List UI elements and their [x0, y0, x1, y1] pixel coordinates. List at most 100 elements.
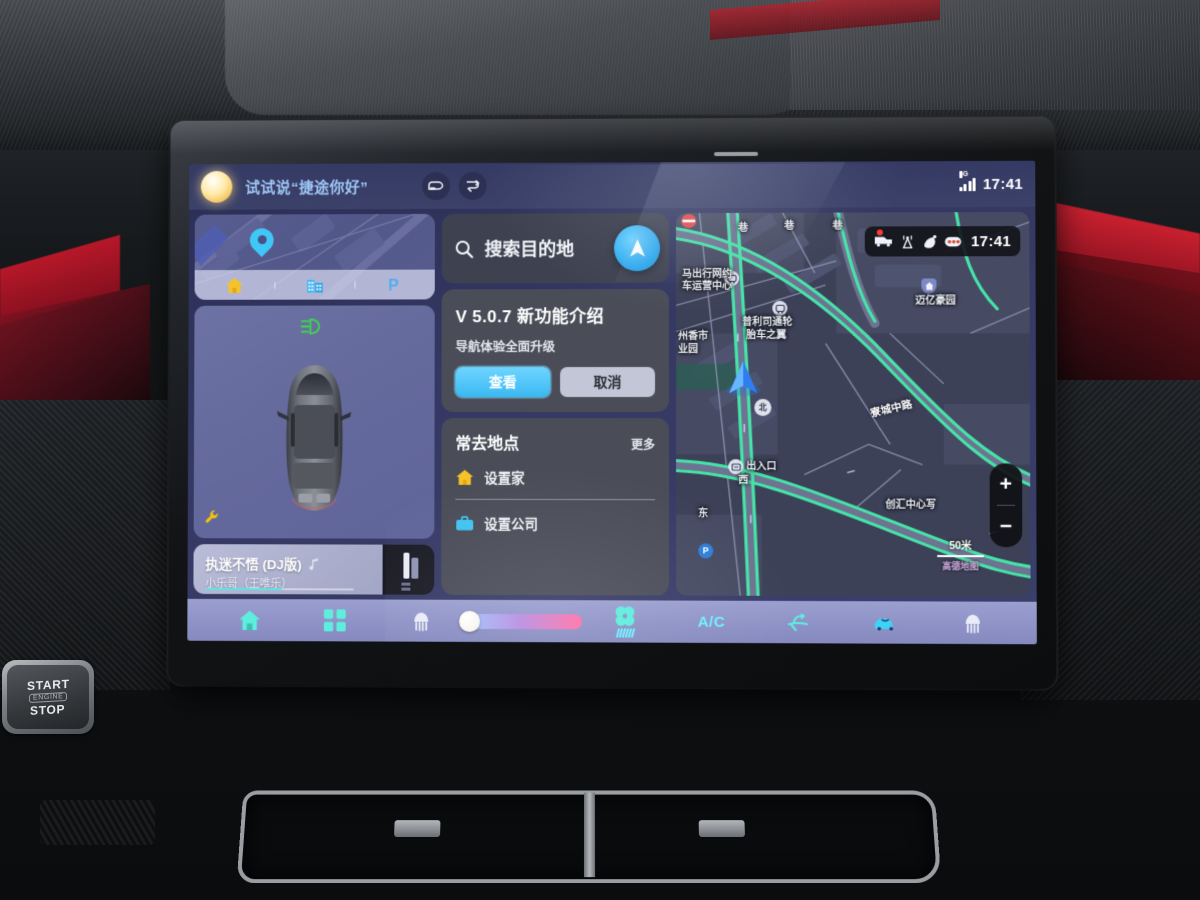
dashcam-icon[interactable] [874, 232, 893, 251]
map-poi-label: 创汇中心写 [885, 500, 936, 512]
map-shortcut-widget[interactable]: P [195, 214, 435, 300]
map-provider-logo: 高德地图 [937, 559, 984, 572]
shortcut-company[interactable] [274, 276, 354, 293]
poi-icon-entrance[interactable] [728, 459, 743, 474]
car-top-view [268, 363, 359, 512]
screenshot-root: START ENGINE STOP 试试说“捷途你好” 4G 17:41 P 执… [0, 0, 1200, 900]
music-player-widget[interactable]: 执迷不悟 (DJ版) 小乐哥（王唯乐） [193, 544, 434, 595]
navigation-panel: 搜索目的地 V 5.0.7 新功能介绍 导航体验全面升级 查看 取消 常去地点 … [441, 213, 669, 595]
favorite-home-label: 设置家 [484, 467, 524, 487]
frequent-places-title: 常去地点 [455, 430, 519, 454]
map-location-pin-icon [250, 228, 274, 252]
topbar-quick-icons [422, 172, 487, 200]
shortcut-home[interactable] [195, 276, 275, 293]
map-view[interactable]: P 马出行网约 车运营中心 州香市 业园 普利司通轮 胎车之翼 迈亿豪园 创汇中心写 出入口东 西… [676, 212, 1031, 597]
music-title-row: 执迷不悟 (DJ版) [205, 553, 382, 573]
vent-tab-right[interactable] [699, 820, 745, 837]
taskbar-air-recirculation-button[interactable] [842, 601, 929, 644]
search-input[interactable]: 搜索目的地 [485, 235, 575, 261]
favorite-company-label: 设置公司 [484, 513, 538, 533]
vent-tab-left[interactable] [394, 820, 441, 837]
voice-assistant-orb[interactable] [201, 171, 233, 203]
taskbar-temperature-slider[interactable] [464, 600, 582, 643]
album-art-graphic [383, 545, 435, 595]
map-zoom-in-button[interactable]: + [990, 463, 1023, 504]
favorite-item-home[interactable]: 设置家 [455, 467, 655, 487]
promo-view-button[interactable]: 查看 [455, 367, 550, 397]
signal-strength-icon: 4G [959, 177, 976, 191]
side-mirror-icon[interactable] [422, 172, 450, 200]
apps-grid-icon [324, 609, 346, 631]
poi-icon-parking[interactable]: P [698, 543, 713, 558]
map-poi-label: 州香市 [678, 331, 708, 343]
shortcut-parking[interactable]: P [354, 276, 434, 294]
taskbar-seat-heater-right-button[interactable] [929, 601, 1017, 644]
low-beam-headlight-icon [298, 318, 330, 334]
infotainment-screen[interactable]: 试试说“捷途你好” 4G 17:41 P 执迷不悟 (DJ版) 小乐哥（王唯乐）… [187, 161, 1037, 645]
map-shortcut-row: P [195, 270, 435, 300]
status-right-cluster: 4G 17:41 [959, 175, 1023, 192]
start-stop-engine-button[interactable]: START ENGINE STOP [2, 660, 94, 734]
seat-heater-icon [409, 610, 433, 632]
promo-cancel-button[interactable]: 取消 [560, 367, 655, 397]
search-icon [455, 239, 474, 258]
favorite-item-company[interactable]: 设置公司 [455, 513, 655, 533]
music-title: 执迷不悟 (DJ版) [205, 553, 301, 573]
map-zoom-out-button[interactable]: − [990, 506, 1023, 547]
temperature-slider-knob[interactable] [459, 610, 480, 631]
start-label: START [27, 676, 70, 692]
maintenance-wrench-icon [205, 509, 221, 525]
taskbar-home-button[interactable] [207, 599, 292, 641]
frequent-places-more-link[interactable]: 更多 [631, 436, 655, 453]
map-poi-label: 西 [738, 475, 748, 487]
air-recirculation-icon [872, 613, 898, 631]
promo-actions: 查看 取消 [455, 367, 655, 397]
taskbar-fan-speed-button[interactable] [582, 600, 668, 643]
left-widget-column: P 执迷不悟 (DJ版) 小乐哥（王唯乐） [193, 214, 435, 595]
parking-icon: P [387, 276, 402, 294]
rear-wiper-icon[interactable] [458, 172, 486, 200]
status-bar: 试试说“捷途你好” 4G 17:41 [189, 161, 1035, 210]
map-poi-label: 出入口 [746, 461, 776, 473]
satellite-dish-icon [922, 234, 937, 248]
map-poi-label: 东 [698, 508, 708, 520]
office-building-icon [306, 276, 324, 293]
speaker-grille [40, 800, 155, 845]
map-scale-bar [937, 555, 984, 557]
map-poi-label: 巷 [738, 223, 748, 235]
engine-label: ENGINE [29, 691, 67, 702]
taskbar-rear-defrost-button[interactable] [755, 601, 842, 644]
compass-north-indicator[interactable]: 北 [754, 399, 771, 416]
home-icon [238, 609, 262, 631]
home-icon [225, 276, 244, 293]
center-air-vent[interactable] [237, 791, 942, 883]
home-icon [455, 468, 474, 485]
light-sensor-strip [714, 152, 758, 156]
map-poi-label: 普利司通轮 [742, 317, 792, 329]
fan-speed-icon [614, 605, 636, 627]
vehicle-status-widget[interactable] [194, 305, 435, 538]
map-poi-label: 业园 [678, 344, 698, 356]
map-status-overlay: 17:41 [865, 226, 1020, 257]
poi-icon-transit-2[interactable] [772, 301, 787, 316]
defrost-rear-icon [786, 611, 810, 633]
frequent-places-card: 常去地点 更多 设置家 设置公司 [441, 418, 669, 596]
network-type-label: 4G [959, 171, 962, 178]
infotainment-display-bezel: 试试说“捷途你好” 4G 17:41 P 执迷不悟 (DJ版) 小乐哥（王唯乐）… [168, 117, 1056, 689]
temperature-slider[interactable] [464, 613, 582, 628]
taskbar-apps-button[interactable] [292, 599, 378, 641]
voice-hint-text: 试试说“捷途你好” [245, 176, 368, 197]
music-progress-bar[interactable] [205, 587, 353, 590]
taskbar-ac-button[interactable]: A/C [668, 601, 755, 644]
poi-icon-residence[interactable] [921, 278, 936, 293]
album-art[interactable] [383, 545, 435, 595]
signal-tower-icon [900, 234, 915, 248]
bezel-highlight [171, 117, 1055, 155]
start-navigation-button[interactable] [614, 225, 660, 271]
frequent-places-header: 常去地点 更多 [455, 430, 655, 454]
search-destination-card[interactable]: 搜索目的地 [442, 213, 669, 283]
promo-subtitle: 导航体验全面升级 [456, 336, 655, 355]
taskbar-seat-heater-left-button[interactable] [378, 600, 464, 642]
update-promo-dialog: V 5.0.7 新功能介绍 导航体验全面升级 查看 取消 [442, 289, 670, 412]
favorites-divider [455, 499, 655, 500]
